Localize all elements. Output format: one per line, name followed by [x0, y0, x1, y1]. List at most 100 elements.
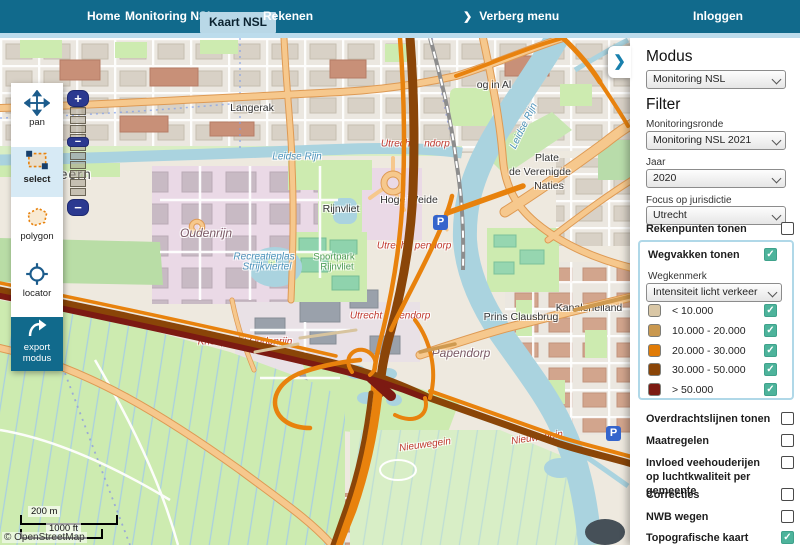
zoom-out-button[interactable]: − — [67, 199, 89, 216]
inloggen-button[interactable]: Inloggen — [693, 0, 743, 33]
chevron-down-icon — [772, 75, 782, 85]
wegvakken-panel: Wegvakken tonen Wegkenmerk Intensiteit l… — [638, 240, 794, 400]
chevron-down-icon — [772, 174, 782, 184]
tool-label: polygon — [11, 231, 63, 242]
pan-icon — [24, 90, 50, 116]
nav-item-home[interactable]: Home — [87, 0, 120, 33]
zoom-track-cell[interactable] — [70, 170, 86, 178]
tool-label: select — [11, 174, 63, 185]
map-label: Nieuwegein — [398, 436, 451, 454]
tool-pan[interactable]: pan — [11, 90, 63, 140]
zoom-in-button[interactable]: + — [67, 90, 89, 107]
top-navigation: ❯Verberg menu Inloggen HomeMonitoring NS… — [0, 0, 800, 33]
checkbox-legend-2[interactable] — [764, 344, 777, 357]
checkbox-legend-3[interactable] — [764, 363, 777, 376]
checkbox-legend-0[interactable] — [764, 304, 777, 317]
export-modus-button[interactable]: export modus — [11, 317, 63, 371]
toggle-row: NWB wegen — [646, 510, 794, 524]
map-label: Prins Clausbrug — [484, 311, 559, 323]
modus-select-value: Monitoring NSL — [653, 73, 725, 85]
legend-color-swatch — [648, 324, 661, 337]
map-label: pendorp — [394, 311, 431, 322]
checkbox-overdrachtslijnen-tonen[interactable] — [781, 412, 794, 425]
monitoringsronde-value: Monitoring NSL 2021 — [653, 134, 751, 146]
modus-select[interactable]: Monitoring NSL — [646, 70, 786, 89]
map-label: Utrecht — [350, 311, 382, 322]
parking-icon: P — [433, 215, 448, 230]
map-label: Sportpark — [313, 252, 354, 263]
map-label: ndorp — [424, 139, 450, 150]
map-label: Knooppunt Oudenrijn — [198, 337, 293, 348]
checkbox-maatregelen[interactable] — [781, 434, 794, 447]
toggle-row: Correcties — [646, 488, 794, 502]
sidebar-collapse-button[interactable]: ❯ — [608, 46, 631, 78]
jaar-label: Jaar — [646, 157, 665, 168]
map-toolbar: pan select polygon locator export modus — [11, 83, 63, 371]
chevron-down-icon — [772, 211, 782, 221]
jaar-value: 2020 — [653, 172, 676, 184]
map-label: og in Al — [477, 79, 511, 91]
zoom-track-cell[interactable] — [70, 161, 86, 169]
checkbox-wegvakken-tonen[interactable] — [764, 248, 777, 261]
map-label: Nieuwegein — [510, 429, 563, 447]
checkbox-legend-4[interactable] — [764, 383, 777, 396]
parking-icon: P — [606, 426, 621, 441]
map-label: Utrecht — [381, 139, 413, 150]
zoom-track-cell[interactable] — [70, 107, 86, 115]
toggle-label: Topografische kaart — [646, 531, 774, 545]
checkbox-topografische-kaart[interactable] — [781, 531, 794, 544]
toggle-label: Overdrachtslijnen tonen — [646, 412, 774, 426]
jurisdictie-label: Focus op jurisdictie — [646, 195, 732, 206]
chevron-right-icon: ❯ — [463, 11, 472, 23]
tool-select[interactable]: select — [11, 147, 63, 197]
zoom-track-cell[interactable] — [70, 125, 86, 133]
tool-label: locator — [11, 288, 63, 299]
jurisdictie-value: Utrecht — [653, 209, 687, 221]
zoom-slider-handle[interactable]: − — [67, 137, 89, 147]
legend-label: < 10.000 — [672, 305, 713, 317]
legend-label: > 50.000 — [672, 384, 713, 396]
map-label: Papendorp — [432, 346, 491, 360]
zoom-control: + − − — [67, 90, 89, 216]
zoom-track-cell[interactable] — [70, 152, 86, 160]
checkbox-legend-1[interactable] — [764, 324, 777, 337]
attribution: © OpenStreetMap — [2, 532, 87, 543]
jaar-select[interactable]: 2020 — [646, 169, 786, 188]
tool-label: pan — [11, 117, 63, 128]
map-label: de Verenigde — [509, 166, 571, 178]
map-label: Leidse Rijn — [272, 152, 321, 163]
toggle-row-rekenpunten: Rekenpunten tonen — [646, 222, 794, 236]
chevron-down-icon — [772, 136, 782, 146]
wegkenmerk-select[interactable]: Intensiteit licht verkeer — [646, 283, 782, 302]
zoom-track[interactable] — [70, 107, 86, 199]
toggle-row: Maatregelen — [646, 434, 794, 448]
checkbox-invloed-veehouderijen[interactable] — [781, 456, 794, 469]
toggle-label: Correcties — [646, 488, 774, 502]
tool-polygon[interactable]: polygon — [11, 204, 63, 254]
verberg-menu-button[interactable]: ❯ Verberg menu — [463, 0, 559, 33]
select-icon — [24, 147, 50, 173]
zoom-track-cell[interactable] — [70, 179, 86, 187]
map-label: pendorp — [415, 241, 452, 252]
chevron-down-icon — [768, 288, 778, 298]
map-label: Rijnvliet — [323, 203, 360, 215]
map-label: Oudenrijn — [180, 226, 232, 240]
checkbox-rekenpunten-tonen[interactable] — [781, 222, 794, 235]
filter-sidebar: Modus Monitoring NSL Filter Monitoringsr… — [630, 38, 800, 545]
modus-heading: Modus — [646, 48, 693, 66]
verberg-menu-label: Verberg menu — [479, 9, 559, 23]
tool-locator[interactable]: locator — [11, 261, 63, 311]
checkbox-correcties[interactable] — [781, 488, 794, 501]
monitoringsronde-select[interactable]: Monitoring NSL 2021 — [646, 131, 786, 150]
zoom-track-cell[interactable] — [70, 116, 86, 124]
zoom-track-cell[interactable] — [70, 188, 86, 196]
toggle-label: Wegvakken tonen — [648, 248, 776, 262]
map-label: Recreatieplas — [233, 252, 294, 263]
monitoringsronde-label: Monitoringsronde — [646, 119, 723, 130]
toggle-label: Maatregelen — [646, 434, 774, 448]
map-label: Naties — [534, 180, 564, 192]
nav-item-rekenen[interactable]: Rekenen — [263, 0, 313, 33]
checkbox-nwb-wegen[interactable] — [781, 510, 794, 523]
legend-color-swatch — [648, 304, 661, 317]
toggle-label: NWB wegen — [646, 510, 774, 524]
